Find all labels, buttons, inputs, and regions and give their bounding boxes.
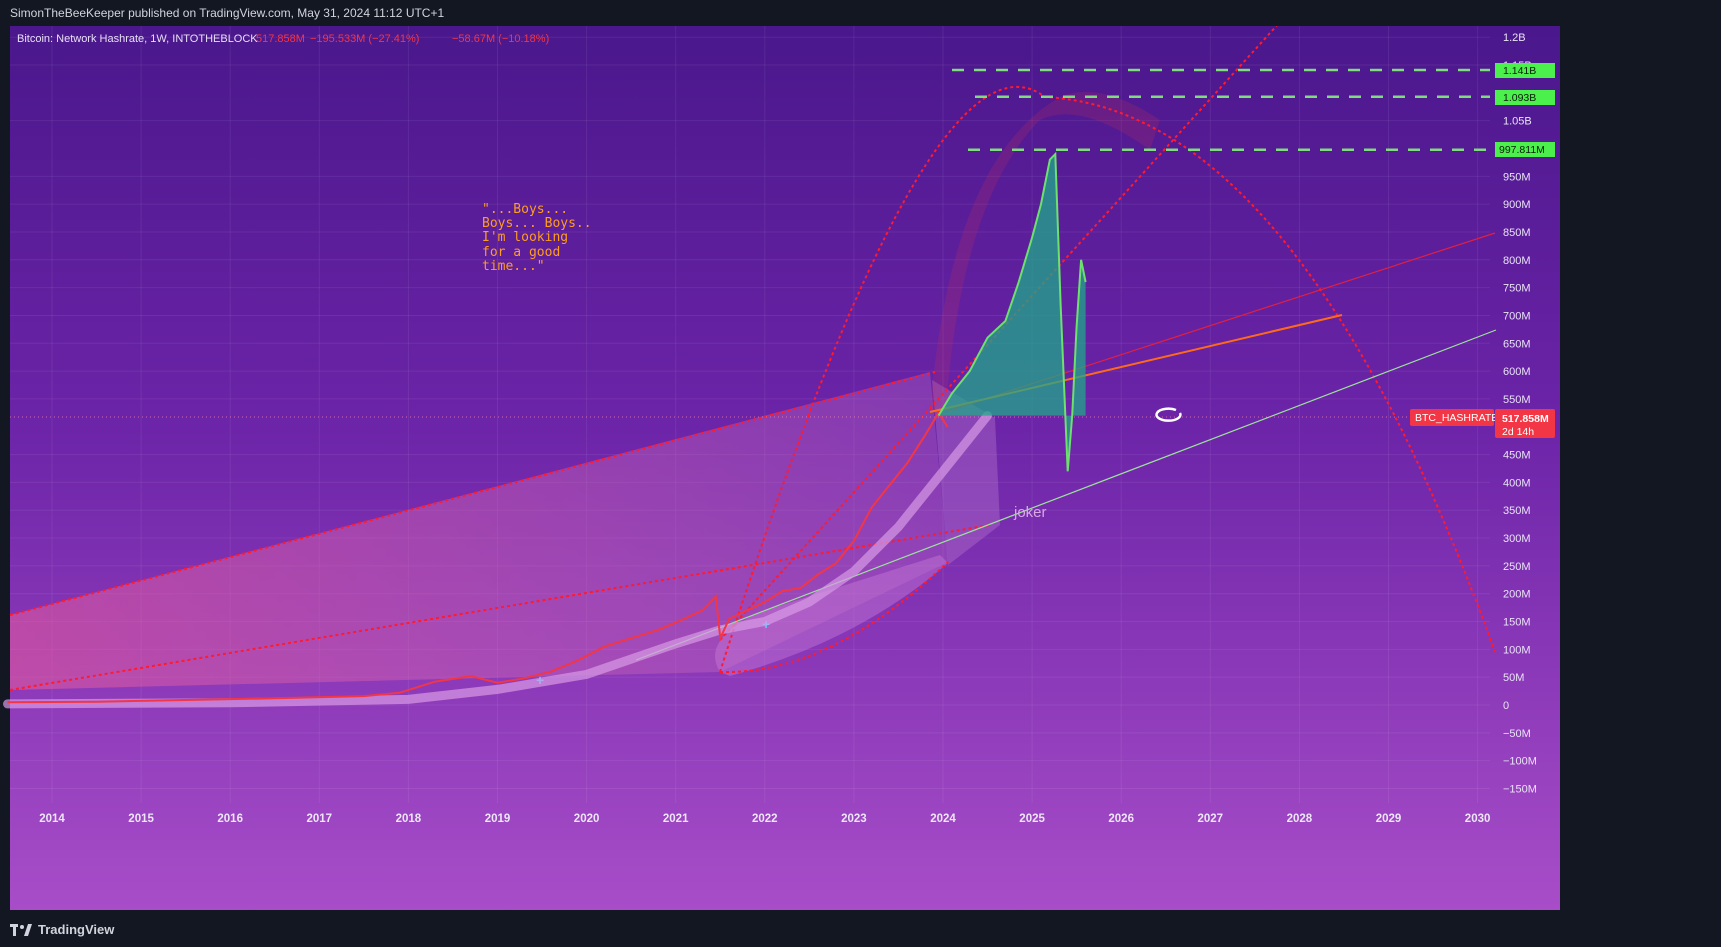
y-tick-label: 800M <box>1503 255 1531 267</box>
y-tick-label: 0 <box>1503 700 1509 712</box>
x-tick-label: 2024 <box>930 813 956 825</box>
y-tick-label: 250M <box>1503 561 1531 573</box>
tradingview-brand[interactable]: TradingView <box>10 922 114 937</box>
note-line-1: "...Boys... <box>482 202 568 217</box>
y-tick-label: 200M <box>1503 589 1531 601</box>
y-tick-label: 150M <box>1503 617 1531 629</box>
tradingview-logo-icon <box>10 923 32 936</box>
price-tag-value: 517.858M <box>1502 413 1549 425</box>
y-tick-label: 950M <box>1503 171 1531 183</box>
legend-change-2: −58.67M (−10.18%) <box>452 33 549 45</box>
legend-value: 517.858M <box>256 33 305 45</box>
note-line-5: time..." <box>482 259 545 274</box>
level-label-1: 1.141B <box>1503 65 1536 77</box>
y-tick-label: 700M <box>1503 310 1531 322</box>
y-tick-label: 600M <box>1503 366 1531 378</box>
y-tick-label: 750M <box>1503 283 1531 295</box>
note-line-3: I'm looking <box>482 230 568 245</box>
y-tick-label: 550M <box>1503 394 1531 406</box>
x-tick-label: 2017 <box>307 813 333 825</box>
y-tick-label: 850M <box>1503 227 1531 239</box>
note-line-2: Boys... Boys.. <box>482 216 592 231</box>
x-tick-label: 2022 <box>752 813 778 825</box>
y-tick-label: 350M <box>1503 505 1531 517</box>
hashrate-chart[interactable]: ++ 1.2B1.15B1.05B950M900M850M800M750M700… <box>0 26 1721 910</box>
y-tick-label: 450M <box>1503 450 1531 462</box>
x-tick-label: 2019 <box>485 813 511 825</box>
x-tick-label: 2030 <box>1465 813 1491 825</box>
footer-bar: TradingView <box>0 910 1721 947</box>
footer-brand: TradingView <box>38 922 115 937</box>
y-tick-label: 1.2B <box>1503 32 1526 44</box>
x-tick-label: 2025 <box>1019 813 1045 825</box>
publisher-line: SimonTheBeeKeeper published on TradingVi… <box>10 6 445 20</box>
joker-label[interactable]: joker <box>1013 504 1047 521</box>
note-line-4: for a good <box>482 245 560 260</box>
x-tick-label: 2029 <box>1376 813 1402 825</box>
x-tick-label: 2020 <box>574 813 600 825</box>
level-label-3: 997.811M <box>1499 144 1545 156</box>
publisher-header: SimonTheBeeKeeper published on TradingVi… <box>0 0 1721 26</box>
price-tag-countdown: 2d 14h <box>1502 426 1534 438</box>
y-tick-label: −50M <box>1503 728 1531 740</box>
x-tick-label: 2027 <box>1198 813 1224 825</box>
y-tick-label: −100M <box>1503 756 1537 768</box>
y-tick-label: 650M <box>1503 338 1531 350</box>
y-tick-label: 300M <box>1503 533 1531 545</box>
y-tick-label: −150M <box>1503 783 1537 795</box>
x-tick-label: 2021 <box>663 813 689 825</box>
level-label-2: 1.093B <box>1503 92 1536 104</box>
x-tick-label: 2015 <box>128 813 154 825</box>
y-tick-label: 1.05B <box>1503 116 1532 128</box>
x-tick-label: 2016 <box>217 813 243 825</box>
x-tick-label: 2014 <box>39 813 65 825</box>
price-tag-symbol: BTC_HASHRATE <box>1415 412 1498 424</box>
x-tick-label: 2028 <box>1287 813 1313 825</box>
x-tick-label: 2023 <box>841 813 867 825</box>
legend-symbol: Bitcoin: Network Hashrate, 1W, INTOTHEBL… <box>17 33 258 45</box>
x-tick-label: 2026 <box>1108 813 1134 825</box>
y-tick-label: 50M <box>1503 672 1524 684</box>
legend-change: −195.533M (−27.41%) <box>310 33 419 45</box>
y-tick-label: 400M <box>1503 477 1531 489</box>
x-tick-label: 2018 <box>396 813 422 825</box>
y-tick-label: 100M <box>1503 644 1531 656</box>
y-tick-label: 900M <box>1503 199 1531 211</box>
